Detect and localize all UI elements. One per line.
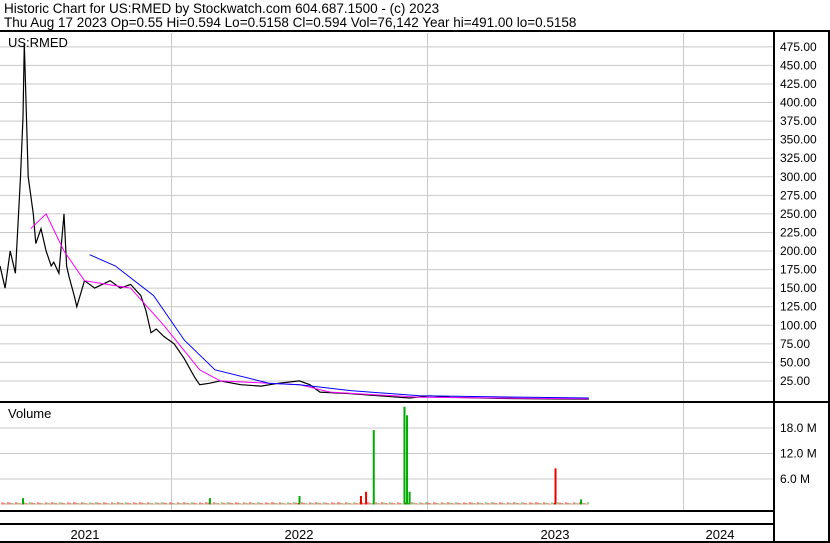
y-tick-label: 425.00 (780, 77, 817, 91)
price-chart: 475.00 450.00 425.00 400.00 375.00 350.00 325.… (0, 30, 830, 543)
y-tick-label: 50.00 (780, 355, 810, 369)
x-tick-label: 2024 (706, 527, 735, 542)
volume-label: Volume (8, 406, 51, 421)
y-tick-label: 475.00 (780, 40, 817, 54)
symbol-label: US:RMED (8, 35, 68, 50)
y-tick-label: 450.00 (780, 58, 817, 72)
y-tick-label: 150.00 (780, 281, 817, 295)
y-tick-label: 200.00 (780, 244, 817, 258)
volume-tick-label: 6.0 M (780, 472, 810, 486)
y-tick-label: 400.00 (780, 96, 817, 110)
volume-spike-bar (298, 496, 301, 505)
volume-spike-bar (406, 415, 409, 505)
y-tick-label: 325.00 (780, 151, 817, 165)
x-tick-label: 2023 (541, 527, 570, 542)
y-tick-label: 75.00 (780, 337, 810, 351)
volume-spike-bar (554, 468, 557, 505)
volume-tick-label: 18.0 M (780, 421, 817, 435)
volume-spike-bar (408, 491, 411, 505)
y-tick-label: 375.00 (780, 114, 817, 128)
volume-spike-bar (372, 430, 375, 505)
y-tick-label: 350.00 (780, 133, 817, 147)
volume-tick-label: 12.0 M (780, 447, 817, 461)
volume-spike-bar (359, 496, 362, 505)
x-tick-label: 2021 (71, 527, 100, 542)
volume-spike-bar (580, 499, 583, 505)
chart-window: Historic Chart for US:RMED by Stockwatch… (0, 0, 830, 543)
volume-spike-bar (208, 498, 211, 505)
y-tick-label: 175.00 (780, 263, 817, 277)
volume-spike-bar (403, 406, 406, 505)
y-tick-label: 250.00 (780, 207, 817, 221)
y-tick-label: 100.00 (780, 318, 817, 332)
y-tick-label: 225.00 (780, 225, 817, 239)
x-tick-label: 2022 (285, 527, 314, 542)
y-tick-label: 300.00 (780, 170, 817, 184)
volume-spike-bar (22, 498, 25, 505)
volume-spike-bar (365, 491, 368, 505)
y-tick-label: 275.00 (780, 188, 817, 202)
y-tick-label: 125.00 (780, 300, 817, 314)
y-tick-label: 25.00 (780, 374, 810, 388)
price-line (0, 43, 589, 400)
